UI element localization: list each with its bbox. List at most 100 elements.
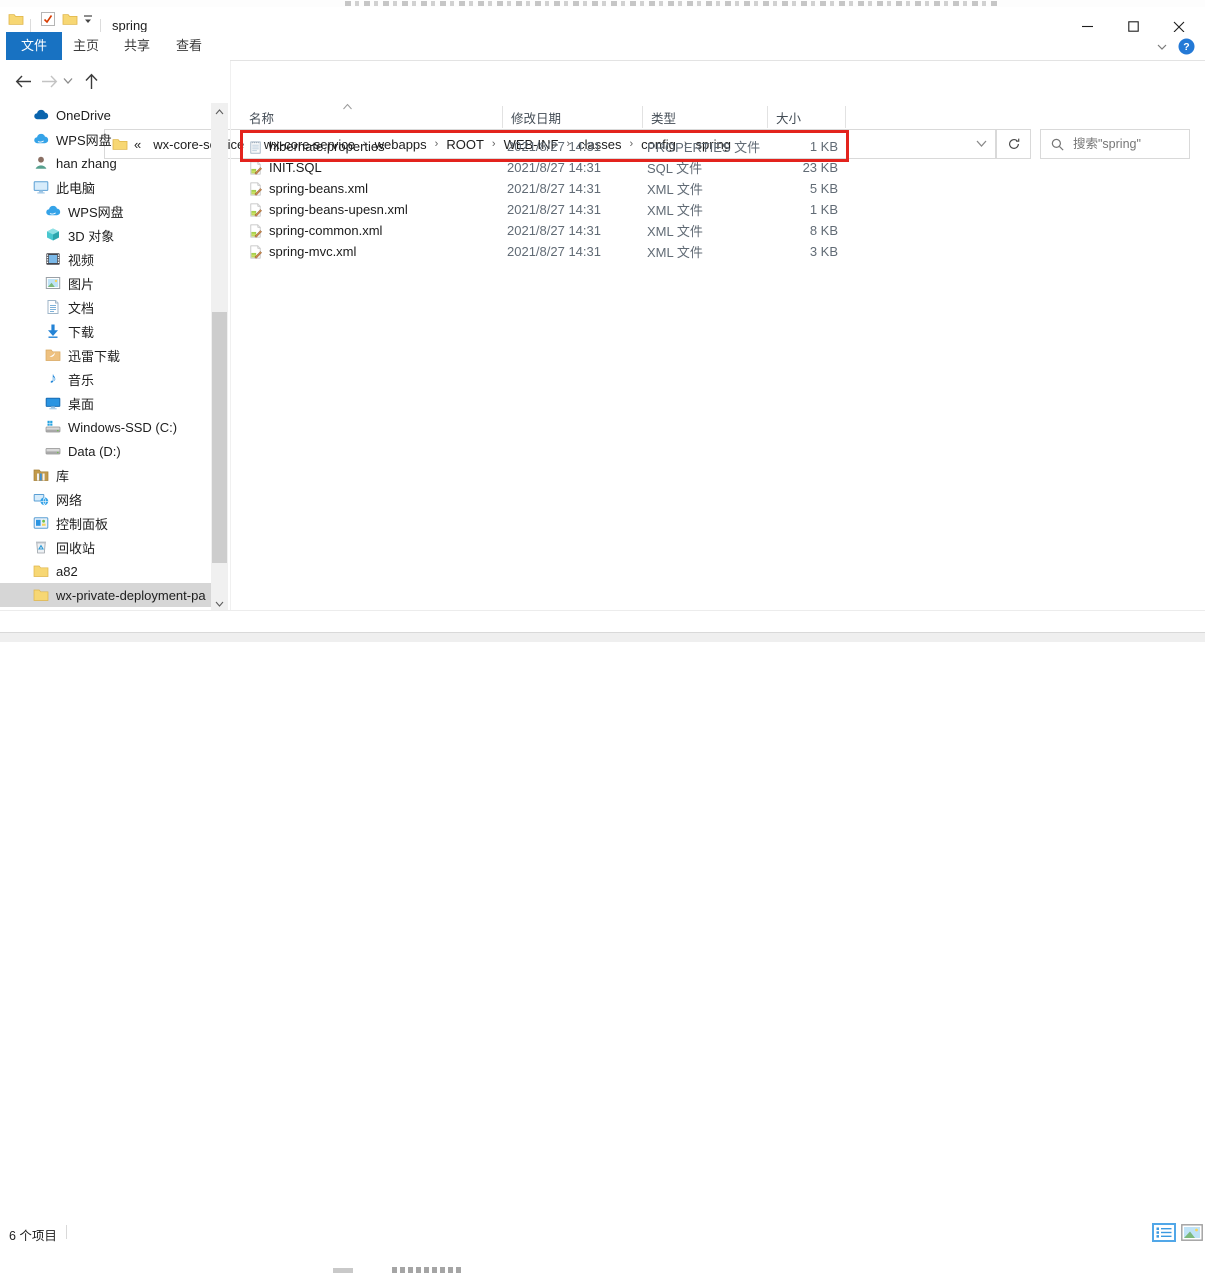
forward-button[interactable]	[38, 70, 60, 92]
file-size: 8 KB	[772, 223, 845, 238]
cube-icon	[45, 227, 61, 243]
refresh-button[interactable]	[996, 129, 1031, 159]
file-date: 2021/8/27 14:31	[507, 223, 647, 238]
onedrive-cloud-icon	[33, 107, 49, 123]
computer-icon	[33, 179, 49, 195]
sidebar-item-desktop[interactable]: 桌面	[0, 391, 211, 415]
tab-home[interactable]: 主页	[62, 32, 110, 60]
back-button[interactable]	[12, 70, 34, 92]
column-header-date[interactable]: 修改日期	[507, 108, 647, 127]
sidebar-item-label: 3D 对象	[68, 226, 114, 245]
tab-view[interactable]: 查看	[164, 32, 214, 60]
sidebar-item-network[interactable]: 网络	[0, 487, 211, 511]
file-type: XML 文件	[647, 200, 772, 219]
file-row-spring-mvc[interactable]: spring-mvc.xml 2021/8/27 14:31 XML 文件 3 …	[245, 241, 845, 262]
file-type: XML 文件	[647, 221, 772, 240]
column-divider[interactable]	[845, 106, 846, 128]
file-row-init-sql[interactable]: INIT.SQL 2021/8/27 14:31 SQL 文件 23 KB	[245, 157, 845, 178]
sidebar-item-wps-cloud[interactable]: WPS网盘	[0, 127, 211, 151]
background-clipped-text	[392, 1267, 462, 1273]
search-box	[1040, 129, 1190, 159]
column-divider[interactable]	[502, 106, 503, 128]
svg-text:?: ?	[1183, 41, 1189, 53]
sidebar-item-control-panel[interactable]: 控制面板	[0, 511, 211, 535]
file-type: SQL 文件	[647, 158, 772, 177]
column-divider[interactable]	[642, 106, 643, 128]
recent-locations-chevron-icon[interactable]	[60, 70, 76, 92]
xml-file-icon	[248, 244, 263, 260]
scrollbar-thumb[interactable]	[212, 312, 227, 563]
file-date: 2021/8/27 14:31	[507, 160, 647, 175]
file-list: hibernate.properties 2021/8/27 14:31 PRO…	[245, 136, 845, 262]
sidebar-item-3d-objects[interactable]: 3D 对象	[0, 223, 211, 247]
film-icon	[45, 251, 61, 267]
file-name: spring-mvc.xml	[269, 244, 356, 259]
sidebar-item-label: 音乐	[68, 370, 94, 389]
expand-ribbon-chevron-icon[interactable]	[1155, 40, 1169, 54]
control-panel-icon	[33, 515, 49, 531]
thumbnail-view-button[interactable]	[1181, 1224, 1203, 1241]
sidebar-item-label: 控制面板	[56, 514, 108, 533]
file-row-spring-common[interactable]: spring-common.xml 2021/8/27 14:31 XML 文件…	[245, 220, 845, 241]
status-bar: 6 个项目	[0, 610, 1205, 633]
column-header-size[interactable]: 大小	[772, 108, 845, 127]
details-view-button[interactable]	[1152, 1223, 1176, 1242]
file-row-spring-beans-upesn[interactable]: spring-beans-upesn.xml 2021/8/27 14:31 X…	[245, 199, 845, 220]
sidebar-item-label: Data (D:)	[68, 444, 121, 459]
file-row-spring-beans[interactable]: spring-beans.xml 2021/8/27 14:31 XML 文件 …	[245, 178, 845, 199]
tab-file[interactable]: 文件	[6, 32, 62, 60]
sidebar-item-thunder-downloads[interactable]: 迅雷下载	[0, 343, 211, 367]
sidebar-item-videos[interactable]: 视频	[0, 247, 211, 271]
sidebar-item-label: 迅雷下载	[68, 346, 120, 365]
sidebar-item-label: 库	[56, 466, 69, 485]
sidebar-item-downloads[interactable]: 下载	[0, 319, 211, 343]
sidebar-item-recycle-bin[interactable]: 回收站	[0, 535, 211, 559]
xml-file-icon	[248, 202, 263, 218]
sidebar-item-label: han zhang	[56, 156, 117, 171]
tab-share[interactable]: 共享	[112, 32, 162, 60]
music-note-icon: ♪	[45, 371, 61, 387]
quick-access-toolbar-dropdown-icon[interactable]	[82, 15, 94, 25]
navigation-pane: OneDrive WPS网盘 han zhang 此电脑 WPS网盘 3D 对象…	[0, 103, 211, 612]
sidebar-item-onedrive[interactable]: OneDrive	[0, 103, 211, 127]
sidebar-item-pictures[interactable]: 图片	[0, 271, 211, 295]
sidebar-item-label: 桌面	[68, 394, 94, 413]
file-name: spring-beans.xml	[269, 181, 368, 196]
wps-cloud-icon	[45, 203, 61, 219]
properties-file-icon	[248, 139, 263, 155]
sidebar-item-music[interactable]: ♪ 音乐	[0, 367, 211, 391]
folder-icon	[8, 11, 24, 27]
folder-icon[interactable]	[62, 11, 78, 27]
file-size: 5 KB	[772, 181, 845, 196]
sidebar-item-documents[interactable]: 文档	[0, 295, 211, 319]
sidebar-item-wx-private-deployment[interactable]: wx-private-deployment-pa	[0, 583, 211, 607]
address-dropdown-chevron-icon[interactable]	[976, 139, 987, 148]
column-header-name[interactable]: 名称	[245, 108, 507, 127]
sidebar-item-drive-c[interactable]: Windows-SSD (C:)	[0, 415, 211, 439]
sidebar-item-libraries[interactable]: 库	[0, 463, 211, 487]
sidebar-item-user[interactable]: han zhang	[0, 151, 211, 175]
up-button[interactable]	[80, 70, 102, 92]
sidebar-item-wps-cloud-nested[interactable]: WPS网盘	[0, 199, 211, 223]
user-icon	[33, 155, 49, 171]
file-size: 1 KB	[772, 202, 845, 217]
sidebar-item-label: a82	[56, 564, 78, 579]
file-name: spring-common.xml	[269, 223, 382, 238]
scroll-up-icon[interactable]	[211, 103, 228, 120]
help-icon[interactable]: ?	[1178, 38, 1195, 55]
sidebar-item-label: 视频	[68, 250, 94, 269]
column-divider[interactable]	[767, 106, 768, 128]
file-type: XML 文件	[647, 179, 772, 198]
quick-access-check-icon[interactable]	[40, 11, 56, 27]
sidebar-item-this-pc[interactable]: 此电脑	[0, 175, 211, 199]
sidebar-item-drive-d[interactable]: Data (D:)	[0, 439, 211, 463]
sidebar-item-label: WPS网盘	[68, 202, 124, 221]
file-row-hibernate-properties[interactable]: hibernate.properties 2021/8/27 14:31 PRO…	[245, 136, 845, 157]
sidebar-item-a82[interactable]: a82	[0, 559, 211, 583]
column-header-type[interactable]: 类型	[647, 108, 772, 127]
column-headers: 名称 修改日期 类型 大小	[245, 104, 845, 130]
wps-cloud-icon	[33, 131, 49, 147]
xml-file-icon	[248, 223, 263, 239]
search-input[interactable]	[1071, 136, 1185, 152]
ribbon-tab-bar: 文件 主页 共享 查看 ?	[0, 32, 1205, 61]
